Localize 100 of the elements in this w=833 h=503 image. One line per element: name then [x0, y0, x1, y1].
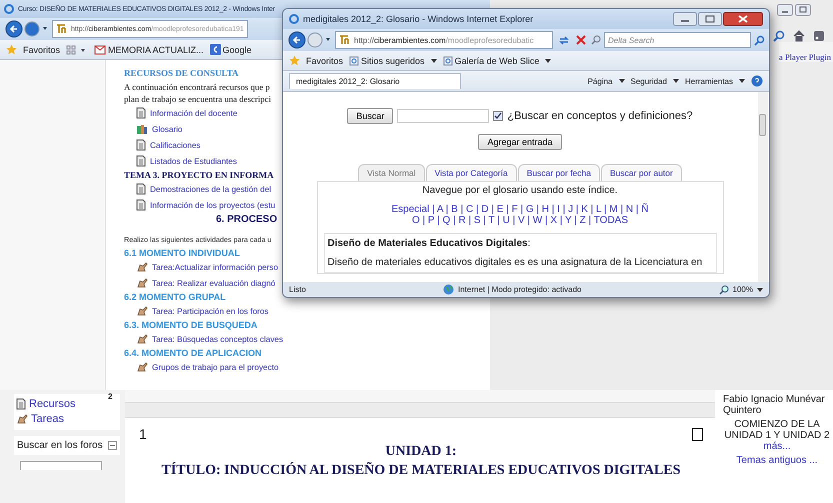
minimize-icon[interactable] — [673, 12, 697, 26]
collapse-icon[interactable] — [108, 441, 117, 450]
home-icon[interactable] — [793, 30, 805, 42]
caret-icon[interactable] — [545, 58, 552, 62]
resource-link[interactable]: Listados de Estudiantes — [150, 156, 237, 166]
search-input[interactable] — [20, 461, 102, 470]
close-icon[interactable] — [723, 12, 763, 26]
url-text: http://ciberambientes.com/moodleprofesoredubatic — [354, 36, 534, 44]
back-forward-icon[interactable] — [4, 19, 48, 39]
alphabet-index[interactable]: O | P | Q | R | S | T | U | V | W | X | Y | Z | TODAS — [412, 215, 628, 226]
document-icon — [136, 155, 146, 167]
ie-page-icon — [349, 56, 360, 66]
tab[interactable]: Vista Normal — [358, 164, 425, 181]
command-menu[interactable]: Herramientas — [684, 76, 733, 86]
hand-pencil-icon — [136, 277, 148, 289]
moment-heading: 6.1 MOMENTO INDIVIDUAL — [124, 248, 240, 258]
tab[interactable]: Buscar por fecha — [518, 164, 600, 181]
index-hint: Navegue por el glosario usando este índice. — [422, 184, 618, 198]
document-icon — [136, 107, 146, 119]
favorites-menu[interactable]: Galería de Web Slice — [442, 56, 540, 66]
resource-link[interactable]: Calificaciones — [150, 140, 201, 150]
minimize-icon[interactable] — [777, 4, 793, 16]
resource-link[interactable]: Tarea:Actualizar información perso — [152, 262, 278, 272]
restore-icon[interactable] — [795, 4, 811, 16]
caret-icon[interactable] — [618, 79, 624, 83]
zoom-level[interactable]: 100% — [732, 285, 753, 294]
resource-link[interactable]: Tarea: Participación en los foros — [152, 306, 269, 316]
tab[interactable]: Buscar por autor — [601, 164, 682, 181]
scrollbar[interactable] — [758, 92, 768, 282]
document-icon — [136, 183, 146, 195]
favorite-link[interactable]: MEMORIA ACTUALIZ... — [94, 44, 204, 54]
browser-tab[interactable]: medigitales 2012_2: Glosario — [289, 73, 461, 89]
hand-pencil-icon — [136, 261, 148, 273]
search-field[interactable]: Delta Search — [604, 32, 751, 48]
checkbox-icon[interactable] — [692, 428, 703, 440]
favorites-button[interactable]: Favoritos — [306, 56, 344, 66]
entry-text: Diseño de materiales educativos digitales es es una asignatura de la Licenciatura en — [328, 257, 704, 268]
hand-pencil-icon — [136, 305, 148, 317]
search-input[interactable] — [397, 109, 490, 123]
older-topics-link[interactable]: Temas antiguos ... — [723, 455, 831, 466]
search-icon — [754, 34, 765, 46]
moment-heading: 6.2 MOMENTO GRUPAL — [124, 292, 226, 302]
command-menu[interactable]: Seguridad — [630, 76, 667, 86]
unit-title: TÍTULO: INDUCCIÓN AL DISEÑO DE MATERIALES EDUCATIVOS DIGITALES — [160, 461, 682, 480]
security-zone: Internet | Modo protegido: activado — [458, 285, 582, 294]
address-bar[interactable]: http://ciberambientes.com/moodleprofesoredubatic — [335, 31, 553, 49]
document-icon — [136, 199, 146, 211]
intro-text: A continuación encontrará recursos que p — [124, 82, 270, 92]
hand-pencil-icon — [136, 333, 148, 345]
topic-heading: TEMA 3. PROYECTO EN INFORMA — [124, 170, 274, 180]
intro-text: plan de trabajo se encuentra una descripci — [124, 94, 272, 104]
ie-logo-icon — [289, 14, 299, 24]
star-icon — [289, 55, 300, 66]
resource-link[interactable]: Información de los proyectos (estu — [150, 200, 276, 210]
tab[interactable]: Vista por Categoría — [426, 164, 517, 181]
stop-icon[interactable] — [575, 34, 587, 46]
checkbox[interactable] — [493, 111, 504, 121]
block-link[interactable]: Tareas — [31, 412, 64, 424]
resource-link[interactable]: Tarea: Realizar evaluación diagnó — [152, 278, 276, 288]
section-number: 1 — [139, 426, 147, 442]
search-icon — [591, 35, 601, 45]
caret-icon[interactable] — [757, 288, 763, 292]
window-title: medigitales 2012_2: Glosario - Windows Internet Explorer — [303, 14, 534, 24]
favorite-link[interactable]: Google — [210, 44, 252, 55]
mail-icon — [94, 44, 106, 54]
command-menu[interactable]: Página — [588, 76, 612, 86]
maximize-icon[interactable] — [698, 12, 722, 26]
favorites-menu[interactable]: Sitios sugeridos — [349, 56, 425, 66]
back-forward-icon[interactable] — [287, 30, 331, 50]
news-headline: COMIENZO DE LA UNIDAD 1 Y UNIDAD 2 más... — [723, 419, 831, 452]
resource-link[interactable]: Información del docente — [150, 108, 238, 118]
resource-link[interactable]: Glosario — [152, 124, 182, 134]
hand-pencil-icon — [16, 412, 28, 424]
entry-title: Diseño de Materiales Educativos Digitales: — [328, 238, 532, 249]
news-author: Fabio Ignacio Munévar Quintero — [723, 394, 826, 416]
ie-page-icon — [442, 56, 453, 66]
caret-icon[interactable] — [672, 79, 679, 83]
search-icon[interactable] — [773, 30, 785, 42]
help-icon[interactable] — [751, 75, 763, 87]
alphabet-index[interactable]: Especial | A | B | C | D | E | F | G | H | I | J | K | L | M | N | Ñ — [392, 204, 648, 215]
add-entry-button[interactable]: Agregar entrada — [478, 134, 562, 150]
favorites-button[interactable]: Favoritos — [23, 44, 60, 54]
document-icon — [136, 139, 146, 151]
globe-icon — [443, 284, 454, 295]
section-heading: RECURSOS DE CONSULTA — [124, 68, 239, 78]
resource-link[interactable]: Demostraciones de la gestión del — [150, 184, 272, 194]
section-number: 2 — [108, 392, 114, 402]
more-link[interactable]: más... — [763, 441, 791, 452]
moment-heading: 6.3. MOMENTO DE BUSQUEDA — [124, 320, 258, 330]
caret-icon[interactable] — [739, 79, 745, 83]
zoom-icon[interactable] — [718, 284, 729, 294]
section-title: 6. PROCESO — [216, 214, 278, 225]
block-link[interactable]: Recursos — [29, 398, 76, 410]
site-logo-icon — [339, 35, 351, 45]
resource-link[interactable]: Grupos de trabajo para el proyecto — [152, 362, 279, 372]
ie-logo-icon — [4, 4, 14, 14]
search-button[interactable]: Buscar — [347, 108, 394, 124]
bookmark-link[interactable]: a Player Plugin — [779, 42, 833, 62]
books-icon — [136, 124, 148, 134]
resource-link[interactable]: Tarea: Búsquedas conceptos claves — [152, 334, 284, 344]
